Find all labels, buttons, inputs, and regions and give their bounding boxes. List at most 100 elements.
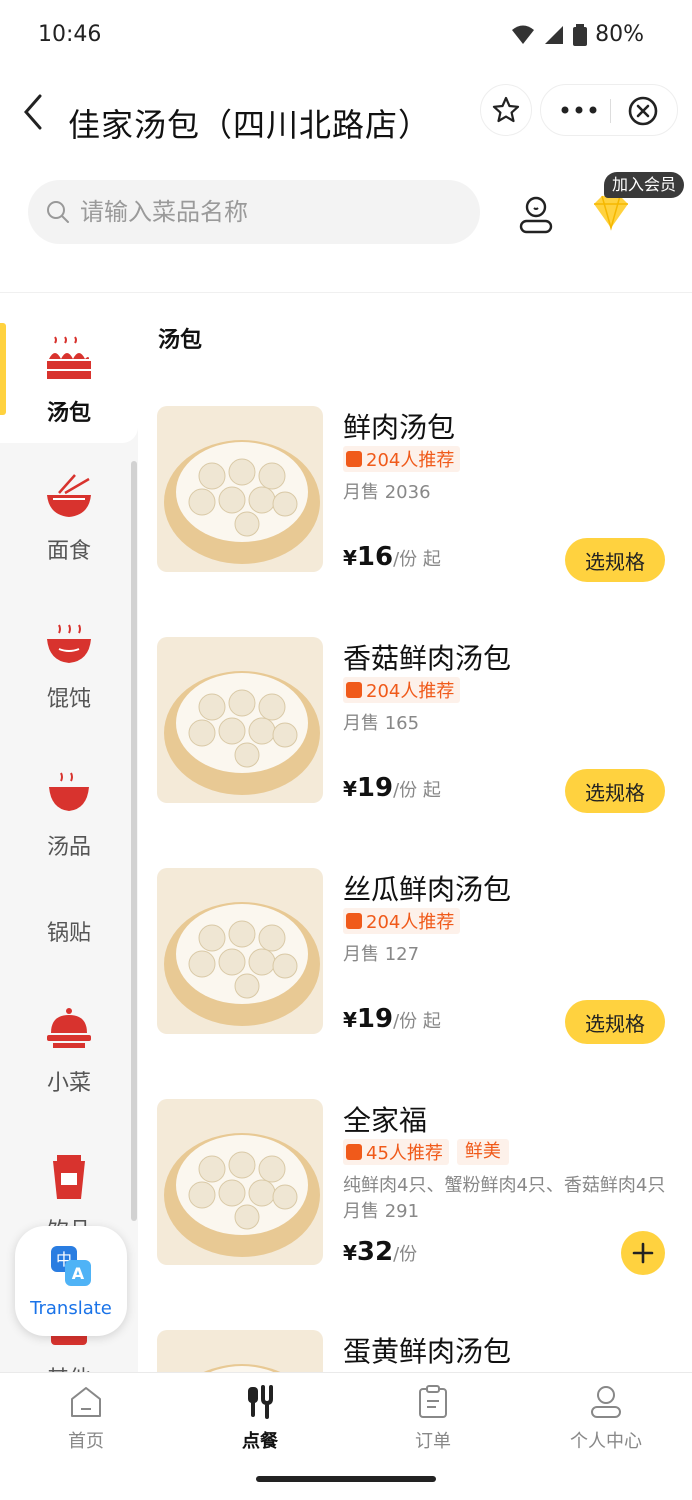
capsule-divider: [610, 99, 611, 123]
product-name: 蛋黄鲜肉汤包: [343, 1335, 512, 1368]
section-title: 汤包: [158, 328, 203, 353]
status-icons: 80%: [511, 22, 644, 47]
product-name: 香菇鲜肉汤包: [343, 642, 512, 675]
wifi-icon: [512, 25, 535, 44]
product-name: 全家福: [343, 1104, 428, 1137]
product-card[interactable]: 全家福 45人推荐 鲜美 纯鲜肉4只、蟹粉鲜肉4只、香菇鲜肉4只 月售 291 …: [157, 1099, 677, 1275]
thumb-up-icon: [346, 913, 362, 929]
price-number: 16: [356, 542, 394, 572]
profile-icon: [591, 1386, 621, 1418]
thumb-up-icon: [346, 682, 362, 698]
thumb-up-icon: [346, 1144, 362, 1160]
user-icon[interactable]: [516, 194, 556, 234]
recommend-text: 204人推荐: [366, 912, 455, 933]
recommend-text: 45人推荐: [366, 1143, 443, 1164]
sidebar-scrollbar[interactable]: [131, 461, 137, 1221]
home-indicator[interactable]: [256, 1476, 436, 1482]
star-icon: [492, 96, 520, 123]
recommend-badge: 45人推荐: [343, 1139, 449, 1165]
flavor-tag: 鲜美: [456, 1139, 509, 1165]
recommend-badge: 204人推荐: [343, 908, 461, 934]
sidebar-item-label: 锅贴: [46, 921, 91, 946]
svg-text:A: A: [72, 1264, 85, 1283]
product-card[interactable]: 香菇鲜肉汤包 204人推荐 月售 165 ¥19/份 起 选规格: [157, 637, 677, 813]
search-bar[interactable]: [28, 180, 480, 244]
sidebar-item-guotie[interactable]: 锅贴: [0, 915, 138, 947]
store-title: 佳家汤包（四川北路店）: [68, 106, 432, 144]
select-spec-button[interactable]: 选规格: [565, 1000, 665, 1044]
sidebar-item-label: 汤包: [46, 401, 91, 426]
sidebar-item-tangbao[interactable]: 汤包: [0, 335, 138, 427]
monthly-sales: 月售 165: [343, 713, 420, 734]
nav-profile[interactable]: 个人中心: [546, 1385, 666, 1453]
price-currency: ¥: [343, 1008, 357, 1032]
battery-icon: [573, 23, 588, 46]
price-unit: /份 起: [393, 780, 441, 801]
product-image: [157, 1330, 323, 1372]
sidebar-item-tangpin[interactable]: 汤品: [0, 769, 138, 861]
search-input[interactable]: [80, 198, 440, 226]
signal-icon: [545, 25, 564, 44]
product-badges: 204人推荐: [343, 677, 461, 703]
back-arrow-icon[interactable]: [18, 90, 48, 134]
sidebar-item-label: 汤品: [46, 835, 91, 860]
product-badges: 204人推荐: [343, 908, 461, 934]
select-spec-button[interactable]: 选规格: [565, 769, 665, 813]
sidebar-item-mianshi[interactable]: 面食: [0, 473, 138, 565]
product-name: 鲜肉汤包: [343, 411, 456, 444]
sidebar-item-huntun[interactable]: 馄饨: [0, 621, 138, 713]
product-price: ¥32/份: [343, 1237, 417, 1267]
monthly-sales: 月售 291: [343, 1201, 420, 1222]
add-to-cart-button[interactable]: [621, 1231, 665, 1275]
wonton-bowl-icon: [47, 624, 91, 663]
monthly-sales: 月售 127: [343, 944, 420, 965]
product-description: 纯鲜肉4只、蟹粉鲜肉4只、香菇鲜肉4只: [343, 1175, 666, 1196]
close-circle-icon[interactable]: [627, 95, 659, 127]
price-currency: ¥: [343, 777, 357, 801]
sidebar-item-label: 馄饨: [46, 687, 91, 712]
nav-order-food[interactable]: 点餐: [200, 1385, 320, 1453]
price-currency: ¥: [343, 1241, 357, 1265]
product-image: [157, 868, 323, 1034]
nav-label: 首页: [68, 1431, 104, 1452]
nav-label: 点餐: [242, 1431, 278, 1452]
favorite-button[interactable]: [480, 84, 532, 136]
thumb-up-icon: [346, 451, 362, 467]
price-unit: /份: [393, 1244, 418, 1265]
price-number: 19: [356, 773, 394, 803]
sidebar-item-label: 面食: [46, 539, 91, 564]
product-badges: 204人推荐: [343, 446, 461, 472]
product-price: ¥19/份 起: [343, 1004, 441, 1034]
product-card[interactable]: 鲜肉汤包 204人推荐 月售 2036 ¥16/份 起 选规格: [157, 406, 677, 582]
covered-dish-icon: [47, 1008, 91, 1048]
product-name: 丝瓜鲜肉汤包: [343, 873, 512, 906]
product-image: [157, 406, 323, 572]
price-unit: /份 起: [393, 549, 441, 570]
select-spec-button[interactable]: 选规格: [565, 538, 665, 582]
sidebar-item-label: 小菜: [46, 1071, 91, 1096]
nav-label: 个人中心: [570, 1431, 642, 1452]
join-member-badge[interactable]: 加入会员: [604, 172, 685, 198]
vip-diamond-icon[interactable]: [590, 192, 632, 232]
product-price: ¥16/份 起: [343, 542, 441, 572]
product-card[interactable]: 蛋黄鲜肉汤包: [157, 1330, 677, 1372]
drink-cup-icon: [53, 1155, 85, 1199]
sidebar-item-xiaocai[interactable]: 小菜: [0, 1005, 138, 1097]
nav-orders[interactable]: 订单: [373, 1385, 493, 1453]
product-card[interactable]: 丝瓜鲜肉汤包 204人推荐 月售 127 ¥19/份 起 选规格: [157, 868, 677, 1044]
category-sidebar: 汤包 面食 馄饨 汤品 锅贴 小菜 饮品 其他: [0, 293, 138, 1373]
more-dots-icon[interactable]: [559, 98, 599, 122]
translate-icon: 中A: [51, 1246, 91, 1286]
translate-widget[interactable]: 中A Translate: [15, 1226, 127, 1336]
price-currency: ¥: [343, 546, 357, 570]
battery-level: 80%: [595, 22, 644, 47]
translate-label: Translate: [30, 1298, 112, 1319]
nav-home[interactable]: 首页: [26, 1385, 146, 1453]
product-image: [157, 1099, 323, 1265]
plus-icon: [632, 1242, 654, 1264]
soup-dumpling-icon: [47, 336, 91, 379]
product-image: [157, 637, 323, 803]
search-icon: [47, 201, 69, 223]
recommend-badge: 204人推荐: [343, 677, 461, 703]
nav-label: 订单: [415, 1431, 451, 1452]
